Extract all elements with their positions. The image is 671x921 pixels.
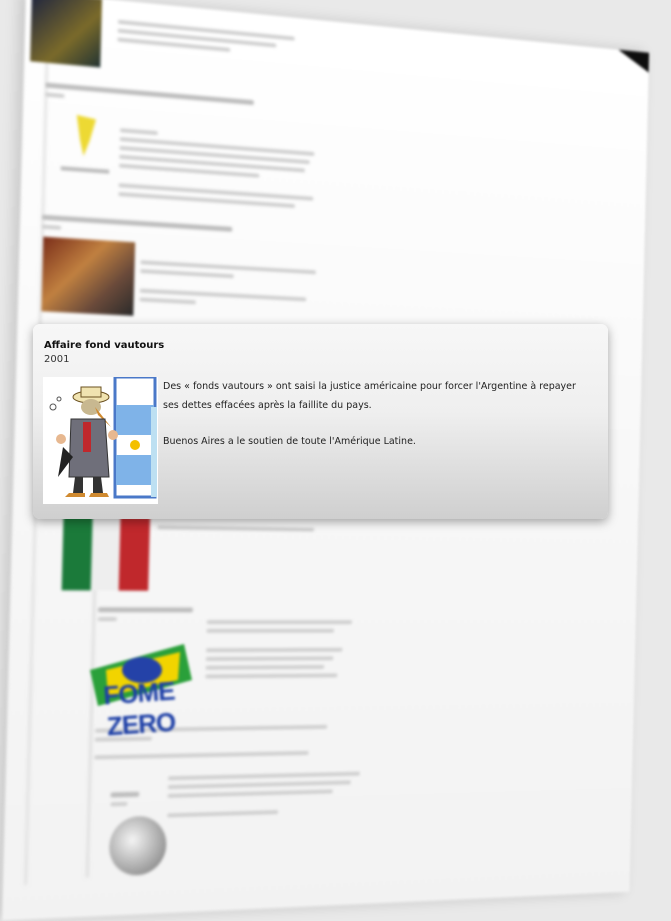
timeline-entry-text: [139, 255, 325, 315]
globe-icon: [108, 815, 168, 877]
timeline-thumbnail[interactable]: [41, 236, 136, 316]
timeline-entry-text: [167, 767, 369, 823]
event-year: 2001: [44, 354, 70, 365]
timeline-entry-text: [157, 520, 341, 536]
timeline-entry-heading: [110, 787, 149, 812]
timeline-entry-heading: [97, 602, 212, 626]
timeline-entry-text: [118, 123, 333, 215]
event-description-paragraph: Des « fonds vautours » ont saisi la just…: [163, 381, 576, 411]
fome-zero-logo: FOME ZERO: [84, 640, 196, 741]
event-description-paragraph: Buenos Aires a le soutien de toute l'Amé…: [163, 436, 416, 447]
timeline-thumbnail[interactable]: [30, 0, 103, 68]
timeline-thumbnail[interactable]: [61, 515, 151, 591]
event-detail-popup[interactable]: Affaire fond vautours 2001 Des « fonds v…: [33, 324, 608, 519]
page-corner: [617, 49, 650, 73]
fome-zero-text: FOME ZERO: [102, 675, 177, 742]
vulture-cartoon-icon: [43, 377, 158, 504]
event-title: Affaire fond vautours: [44, 340, 165, 351]
event-description: Des « fonds vautours » ont saisi la just…: [163, 377, 593, 468]
timeline-entry-text: [205, 615, 361, 683]
timeline-entry-text: [117, 15, 304, 63]
unasur-logo: [56, 108, 116, 182]
